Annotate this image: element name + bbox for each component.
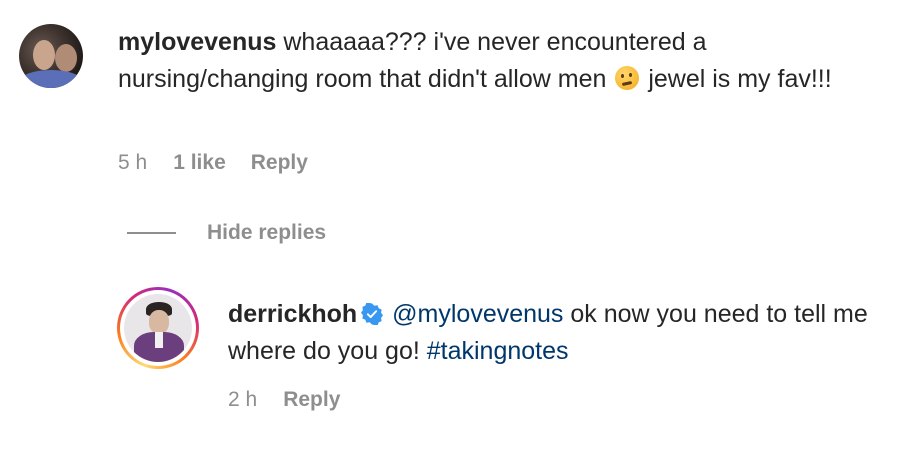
hide-replies-divider [127,232,176,234]
avatar-face [33,40,55,70]
avatar-shirt [155,332,163,348]
comment-likes[interactable]: 1 like [173,151,226,175]
comment-text-part2: jewel is my fav!!! [648,65,832,93]
reply-meta: 2 h Reply [228,388,340,412]
commenter-avatar[interactable] [19,24,83,88]
reply-reply-button[interactable]: Reply [283,388,340,412]
verified-badge-icon [361,303,384,325]
comment-reply-button[interactable]: Reply [251,151,308,175]
reply-hashtag[interactable]: #takingnotes [427,337,569,365]
comment-meta: 5 h 1 like Reply [118,151,308,175]
hide-replies-button[interactable]: Hide replies [127,221,326,245]
comment-body: mylovevenus whaaaaa??? i've never encoun… [118,24,898,98]
reply-body: derrickhoh @mylovevenus ok now you need … [228,296,898,370]
thinking-face-icon [615,66,640,90]
reply-username[interactable]: derrickhoh [228,300,357,328]
comment-username[interactable]: mylovevenus [118,28,276,56]
reply-mention[interactable]: @mylovevenus [392,300,563,328]
avatar-face-secondary [55,44,77,72]
avatar-face [149,310,169,334]
comment-time[interactable]: 5 h [118,151,147,175]
reply-time[interactable]: 2 h [228,388,257,412]
avatar-clothing [19,70,83,88]
reply-avatar[interactable] [124,294,192,362]
hide-replies-label: Hide replies [207,221,327,244]
